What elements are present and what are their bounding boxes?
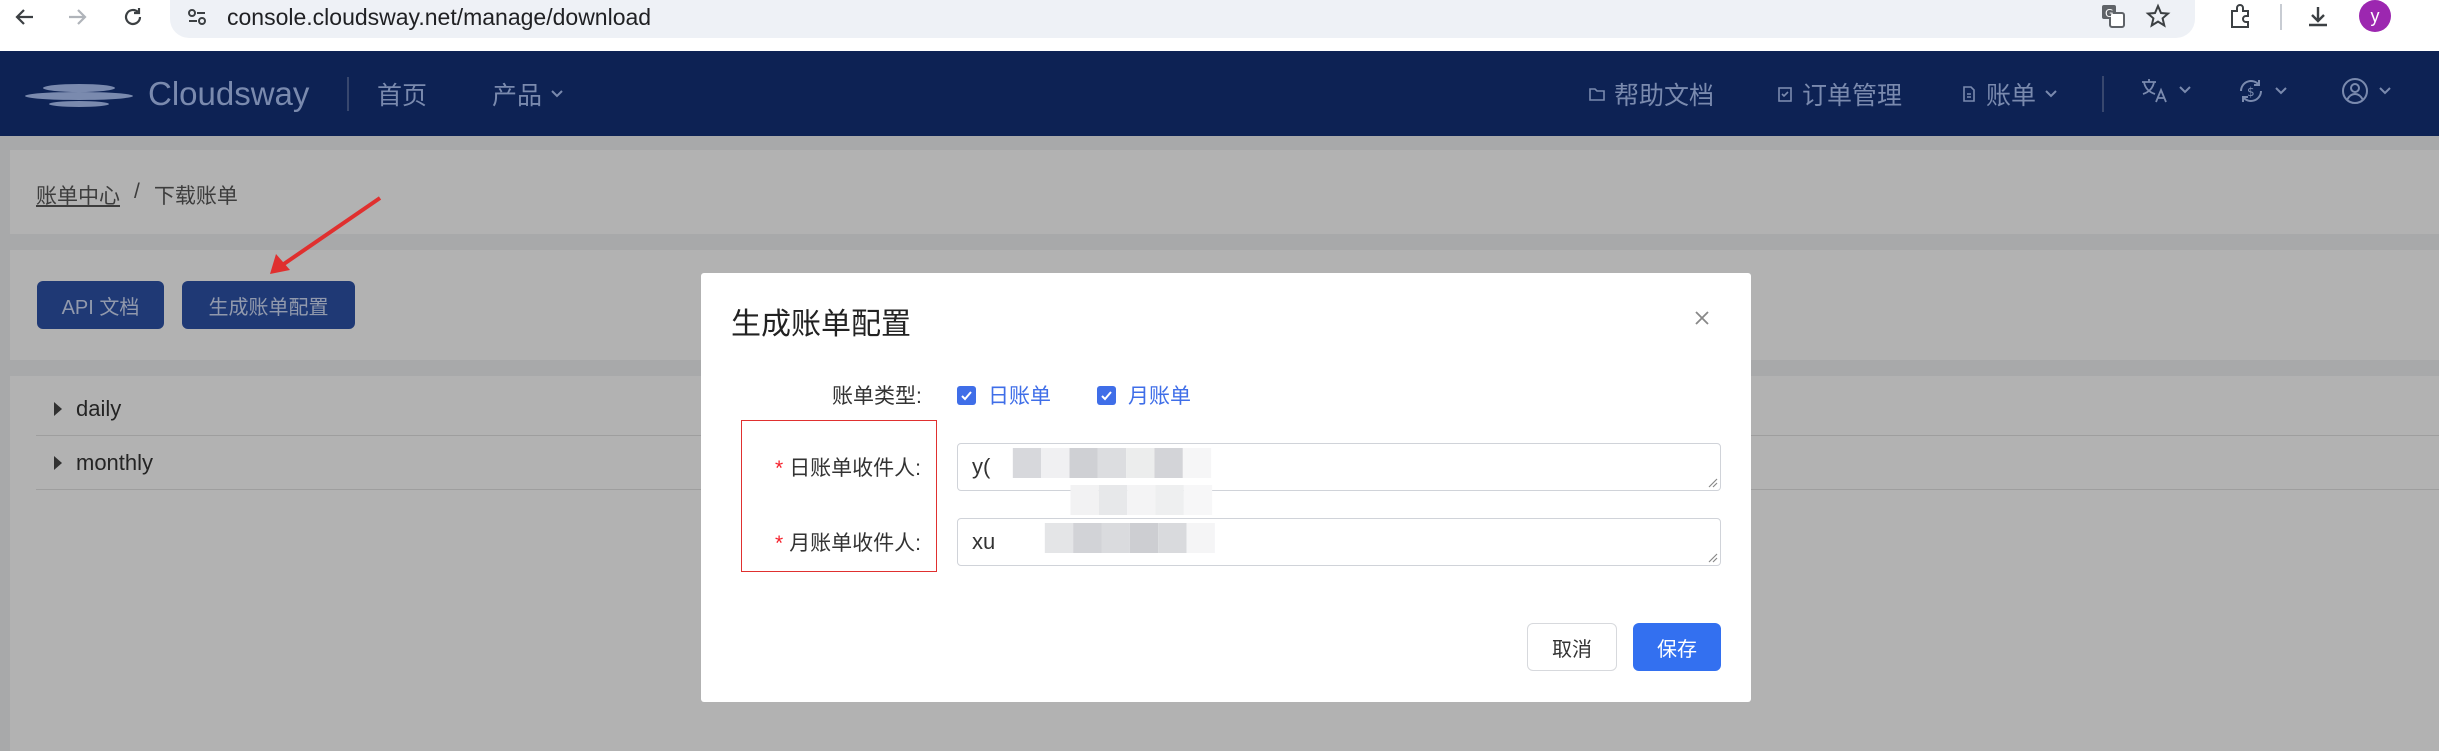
bill-icon [1963,86,1975,102]
user-menu[interactable] [2340,76,2392,106]
close-button[interactable] [1687,303,1717,333]
cancel-button[interactable]: 取消 [1527,623,1617,671]
folder-icon [1589,88,1605,101]
bill-type-label: 账单类型: [832,385,922,408]
redaction-mosaic [1044,523,1215,553]
help-docs-label: 帮助文档 [1614,82,1715,110]
chevron-down-icon [2379,87,2391,95]
monthly-bill-checkbox[interactable]: 月账单 [1097,380,1191,410]
monthly-recipient-value: xu [972,529,996,554]
star-icon[interactable] [2145,3,2171,29]
billing-menu[interactable]: 账单 [1960,76,2058,112]
order-icon [1778,87,1792,102]
app-header: Cloudsway 首页 产品 帮助文档 订单管理 账单 $ [0,51,2439,136]
daily-bill-option-label: 日账单 [988,385,1051,408]
header-divider [347,77,349,111]
resize-handle-icon[interactable] [1706,476,1718,488]
resize-handle-icon[interactable] [1706,551,1718,563]
chevron-down-icon [2179,86,2191,94]
toolbar-divider [2280,4,2282,30]
cloudsway-logo[interactable]: Cloudsway [24,71,309,117]
annotation-highlight-box [741,420,937,572]
reload-button[interactable] [116,0,150,34]
help-docs-link[interactable]: 帮助文档 [1588,76,1714,112]
currency-menu[interactable]: $ [2236,76,2288,106]
header-divider [2102,76,2104,112]
extensions-icon[interactable] [2226,3,2254,31]
reload-icon [124,8,142,26]
daily-bill-checkbox[interactable]: 日账单 [957,380,1051,410]
language-menu[interactable] [2140,76,2192,104]
checkbox-checked-icon [1097,385,1116,405]
translate-icon[interactable]: G [2100,3,2126,29]
annotation-arrow-icon [270,196,382,274]
user-icon [2342,78,2368,104]
svg-text:G: G [2105,7,2114,20]
orders-link[interactable]: 订单管理 [1776,76,1902,112]
cloudsway-logo-mark [25,84,133,107]
site-info-icon[interactable] [186,6,208,28]
save-button[interactable]: 保存 [1633,623,1721,671]
chevron-down-icon [2275,87,2287,95]
profile-avatar[interactable]: y [2359,0,2391,32]
back-button[interactable] [8,0,42,34]
arrow-left-icon [15,9,33,25]
redaction-mosaic [1012,448,1212,478]
monthly-bill-option-label: 月账单 [1128,385,1191,408]
close-icon [1695,311,1709,325]
download-icon[interactable] [2304,3,2332,31]
chevron-down-icon [551,90,563,98]
nav-home[interactable]: 首页 [377,76,427,112]
forward-button[interactable] [60,0,94,34]
checkbox-checked-icon [957,385,976,405]
url-text: console.cloudsway.net/manage/download [227,4,652,30]
arrow-right-icon [69,9,87,25]
address-bar[interactable]: console.cloudsway.net/manage/download G [170,0,2195,38]
svg-text:$: $ [2247,85,2255,99]
orders-label: 订单管理 [1802,82,1903,110]
chevron-down-icon [2045,90,2057,98]
billing-label: 账单 [1986,82,2037,110]
currency-exchange-icon: $ [2240,80,2262,102]
nav-products[interactable]: 产品 [492,76,564,112]
nav-products-label: 产品 [492,82,543,110]
nav-home-label: 首页 [377,82,428,110]
modal-title: 生成账单配置 [731,308,911,341]
browser-toolbar: console.cloudsway.net/manage/download G … [0,0,2439,51]
language-icon [2142,79,2167,103]
logo-text: Cloudsway [148,75,310,112]
redaction-mosaic [1070,485,1213,515]
